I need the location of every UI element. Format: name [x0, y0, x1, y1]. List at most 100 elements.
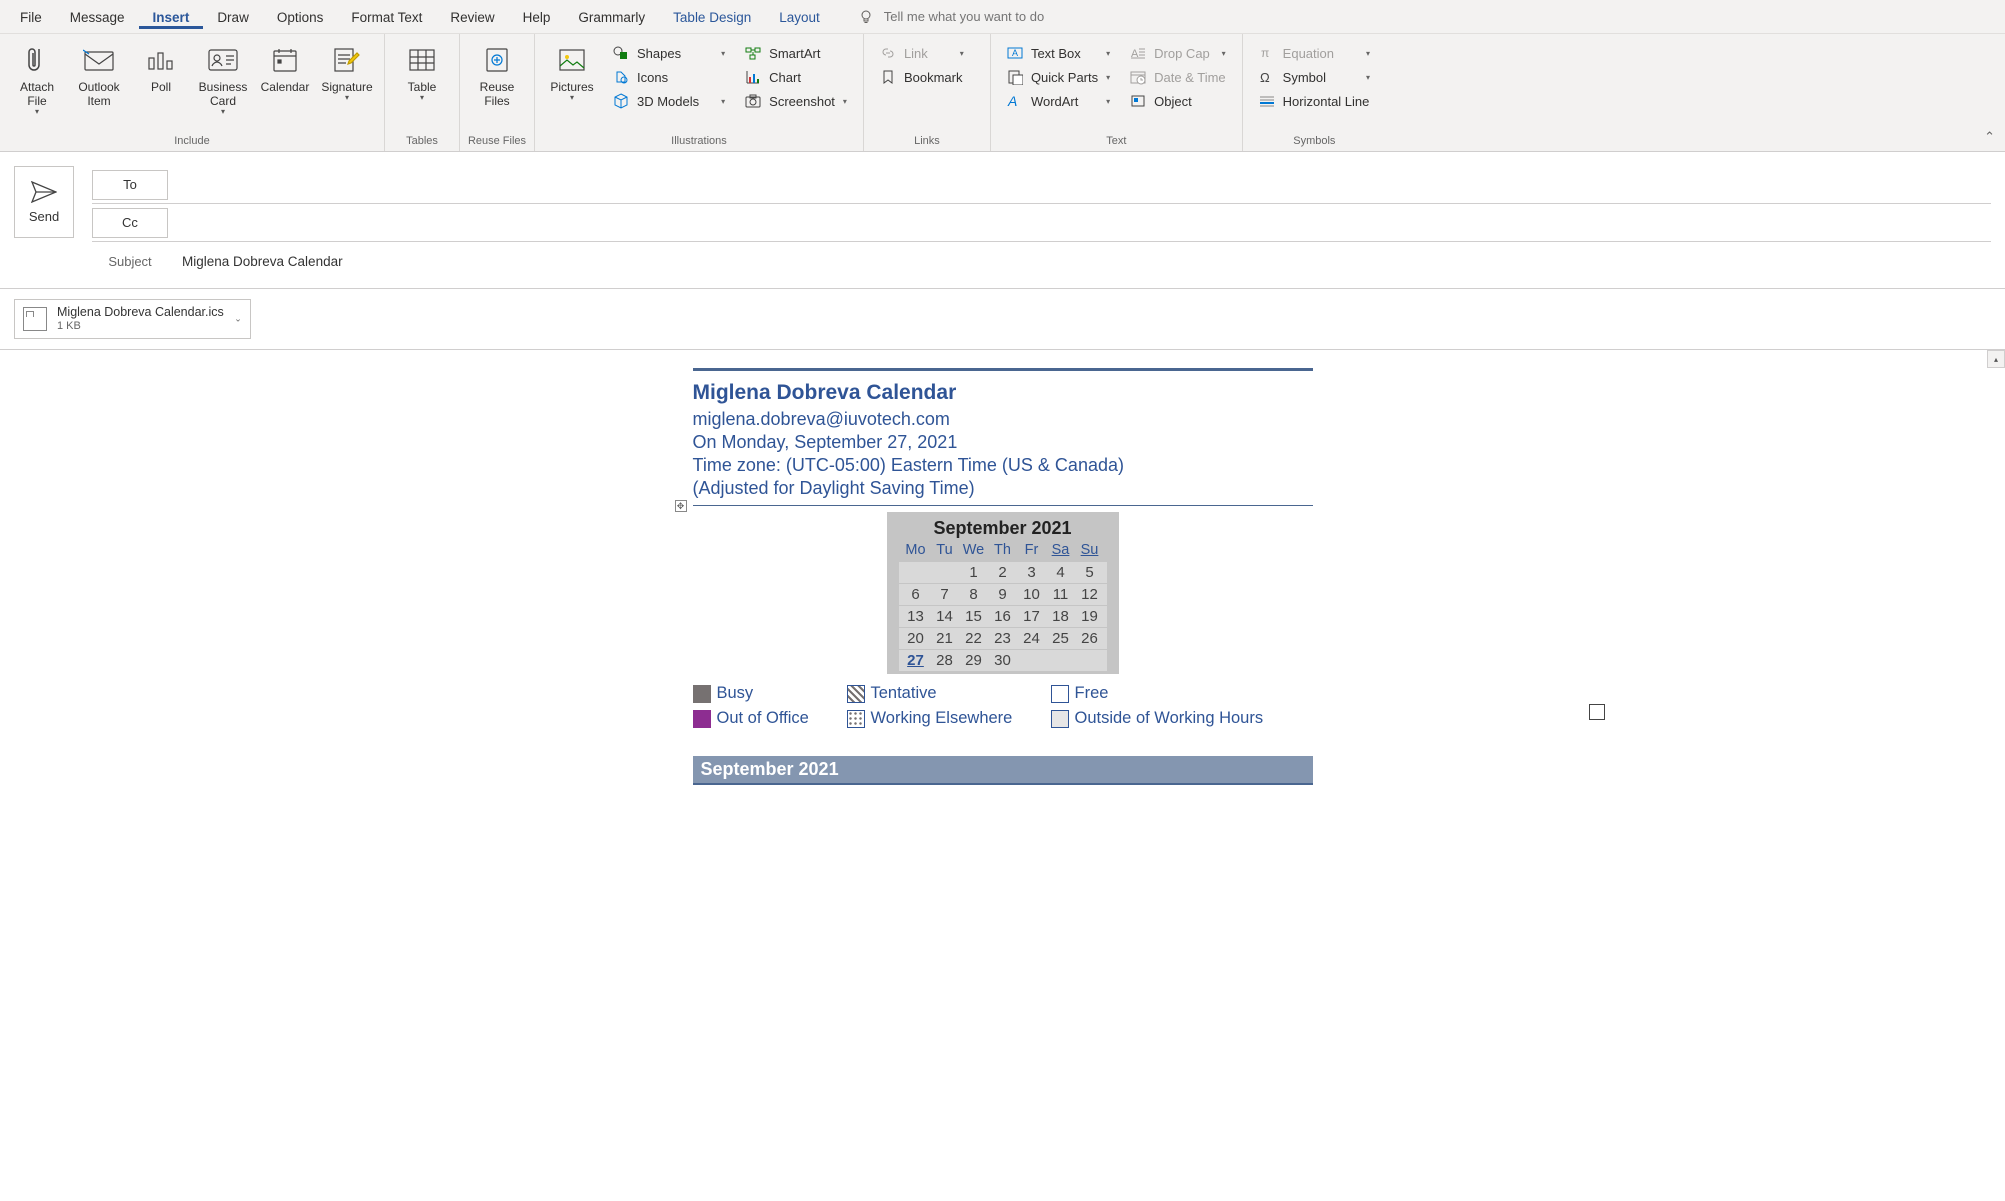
tab-review[interactable]: Review [436, 4, 508, 29]
ribbon: AttachFile▾ OutlookItem Poll BusinessCar… [0, 34, 2005, 152]
hline-icon [1259, 93, 1275, 109]
dropcap-icon: A [1130, 45, 1146, 61]
table-anchor-icon[interactable]: ✥ [675, 500, 687, 512]
calendar-button[interactable]: Calendar [256, 40, 314, 94]
to-field[interactable] [182, 173, 1991, 196]
symbol-icon: Ω [1259, 69, 1275, 85]
smartart-icon [745, 45, 761, 61]
chart-button[interactable]: Chart [737, 66, 855, 88]
group-label-symbols: Symbols [1243, 135, 1386, 151]
envelope-icon [83, 48, 115, 72]
to-button[interactable]: To [92, 170, 168, 200]
svg-text:π: π [1261, 46, 1269, 60]
calendar-file-icon [23, 307, 47, 331]
scroll-up-button[interactable]: ▴ [1987, 350, 2005, 368]
tab-message[interactable]: Message [56, 4, 139, 29]
picture-icon [558, 48, 586, 72]
textbox-button[interactable]: AText Box▾ [999, 42, 1118, 64]
tab-table-design[interactable]: Table Design [659, 4, 765, 29]
chart-icon [745, 69, 761, 85]
lightbulb-icon [858, 9, 874, 25]
dropcap-button[interactable]: ADrop Cap▾ [1122, 42, 1234, 64]
datetime-button[interactable]: Date & Time [1122, 66, 1234, 88]
wordart-button[interactable]: AWordArt▾ [999, 90, 1118, 112]
bookmark-icon [880, 69, 896, 85]
3d-models-button[interactable]: 3D Models▾ [605, 90, 733, 112]
tell-me-input[interactable] [884, 9, 1104, 24]
svg-text:Ω: Ω [1260, 70, 1270, 85]
send-button[interactable]: Send [14, 166, 74, 238]
table-icon [408, 48, 436, 72]
poll-button[interactable]: Poll [132, 40, 190, 94]
group-label-text: Text [991, 135, 1242, 151]
tab-format-text[interactable]: Format Text [337, 4, 436, 29]
link-icon [880, 45, 896, 61]
chevron-down-icon[interactable]: ⌄ [234, 314, 242, 325]
reuse-files-button[interactable]: ReuseFiles [468, 40, 526, 108]
calendar-date: On Monday, September 27, 2021 [693, 432, 1313, 453]
symbol-button[interactable]: ΩSymbol▾ [1251, 66, 1378, 88]
outlook-item-button[interactable]: OutlookItem [70, 40, 128, 108]
tab-draw[interactable]: Draw [203, 4, 263, 29]
attach-file-button[interactable]: AttachFile▾ [8, 40, 66, 116]
group-label-illustrations: Illustrations [535, 135, 863, 151]
signature-icon [333, 47, 361, 73]
mid-divider: ✥ [693, 505, 1313, 506]
tab-insert[interactable]: Insert [139, 4, 204, 29]
poll-icon [147, 49, 175, 71]
calendar-email: miglena.dobreva@iuvotech.com [693, 409, 1313, 430]
tab-options[interactable]: Options [263, 4, 338, 29]
link-button[interactable]: Link▾ [872, 42, 982, 64]
tab-file[interactable]: File [6, 4, 56, 29]
shapes-button[interactable]: Shapes▾ [605, 42, 733, 64]
group-label-tables: Tables [385, 135, 459, 151]
smartart-button[interactable]: SmartArt [737, 42, 855, 64]
table-button[interactable]: Table▾ [393, 40, 451, 102]
legend: Busy Tentative Free Out of Office Workin… [693, 684, 1313, 728]
wordart-icon: A [1007, 93, 1023, 109]
attachment-bar: Miglena Dobreva Calendar.ics 1 KB ⌄ [0, 289, 2005, 350]
cc-field[interactable] [182, 211, 1991, 234]
subject-field[interactable] [182, 250, 1991, 273]
tab-layout[interactable]: Layout [765, 4, 834, 29]
tab-grammarly[interactable]: Grammarly [564, 4, 659, 29]
icons-icon [613, 69, 629, 85]
card-icon [208, 49, 238, 71]
equation-button[interactable]: πEquation▾ [1251, 42, 1378, 64]
object-icon [1130, 93, 1146, 109]
screenshot-button[interactable]: Screenshot▾ [737, 90, 855, 112]
icons-button[interactable]: Icons [605, 66, 733, 88]
pictures-button[interactable]: Pictures▾ [543, 40, 601, 102]
svg-text:A: A [1012, 48, 1018, 58]
quickparts-icon [1007, 69, 1023, 85]
paperclip-icon [25, 45, 49, 75]
cc-button[interactable]: Cc [92, 208, 168, 238]
tab-help[interactable]: Help [509, 4, 565, 29]
checkbox-placeholder[interactable] [1589, 704, 1605, 720]
attachment-name: Miglena Dobreva Calendar.ics [57, 305, 224, 319]
calendar-timezone: Time zone: (UTC-05:00) Eastern Time (US … [693, 455, 1313, 476]
group-label-reuse: Reuse Files [460, 135, 534, 151]
quickparts-button[interactable]: Quick Parts▾ [999, 66, 1118, 88]
month-section-header: September 2021 [693, 756, 1313, 785]
group-label-include: Include [0, 135, 384, 151]
ribbon-tab-strip: File Message Insert Draw Options Format … [0, 0, 2005, 34]
swatch-out-of-office [693, 710, 711, 728]
group-label-links: Links [864, 135, 990, 151]
attachment-chip[interactable]: Miglena Dobreva Calendar.ics 1 KB ⌄ [14, 299, 251, 339]
business-card-button[interactable]: BusinessCard▾ [194, 40, 252, 116]
textbox-icon: A [1007, 45, 1023, 61]
bookmark-button[interactable]: Bookmark [872, 66, 982, 88]
message-body[interactable]: ▴ Miglena Dobreva Calendar miglena.dobre… [0, 350, 2005, 1201]
signature-button[interactable]: Signature▾ [318, 40, 376, 102]
datetime-icon [1130, 69, 1146, 85]
mini-calendar: September 2021 MoTuWeThFrSaSu 0012345678… [887, 512, 1119, 674]
collapse-ribbon-button[interactable]: ⌃ [1984, 129, 1995, 145]
camera-icon [745, 93, 761, 109]
swatch-outside-hours [1051, 710, 1069, 728]
object-button[interactable]: Object [1122, 90, 1234, 112]
equation-icon: π [1259, 45, 1275, 61]
attachment-size: 1 KB [57, 319, 224, 333]
horizontal-line-button[interactable]: Horizontal Line [1251, 90, 1378, 112]
tell-me-search[interactable] [858, 9, 1104, 25]
